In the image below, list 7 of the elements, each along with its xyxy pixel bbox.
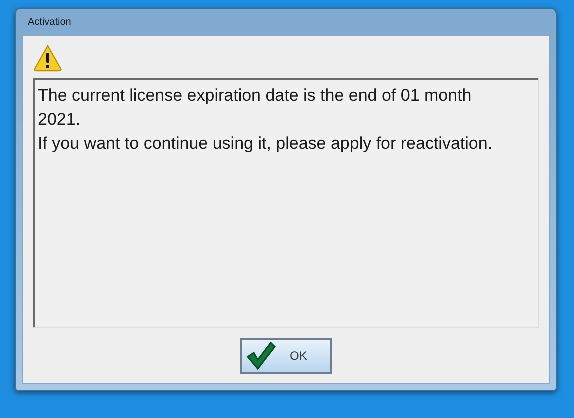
window-title: Activation <box>28 16 72 30</box>
message-text: The current license expiration date is the end of 01 month <box>38 85 473 107</box>
message-text: 2021. <box>38 109 82 131</box>
checkmark-icon <box>246 340 276 370</box>
warning-icon <box>33 44 63 72</box>
message-text: If you want to continue using it, please apply for reactivation. <box>38 133 494 155</box>
ok-button[interactable]: OK <box>240 338 332 374</box>
